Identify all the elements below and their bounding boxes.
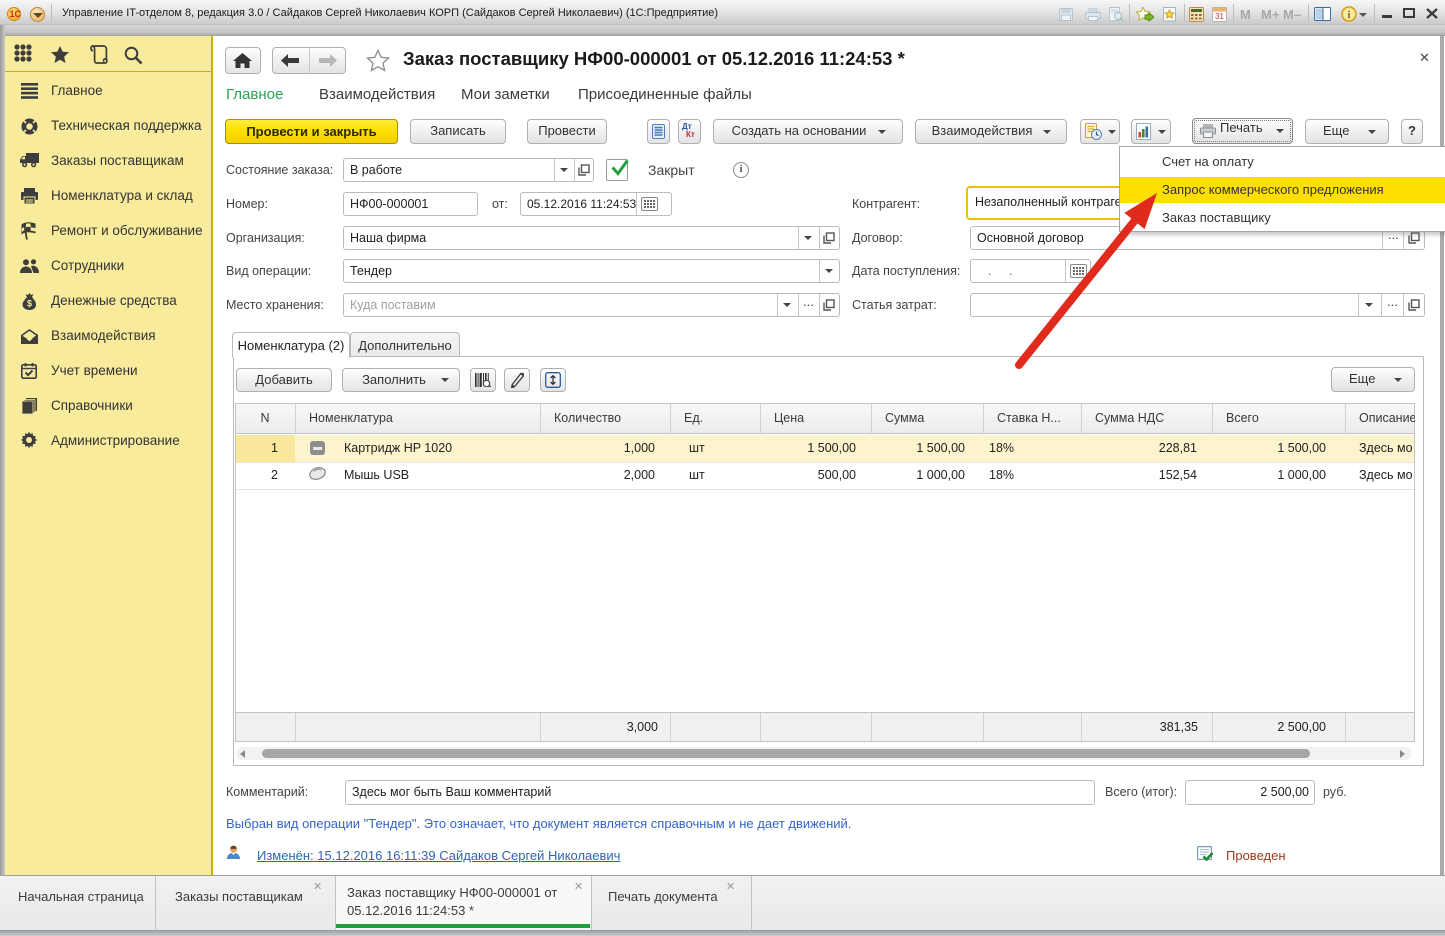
svg-text:i: i bbox=[1348, 10, 1351, 21]
svg-text:$: $ bbox=[27, 299, 32, 309]
svg-text:31: 31 bbox=[1215, 12, 1224, 21]
